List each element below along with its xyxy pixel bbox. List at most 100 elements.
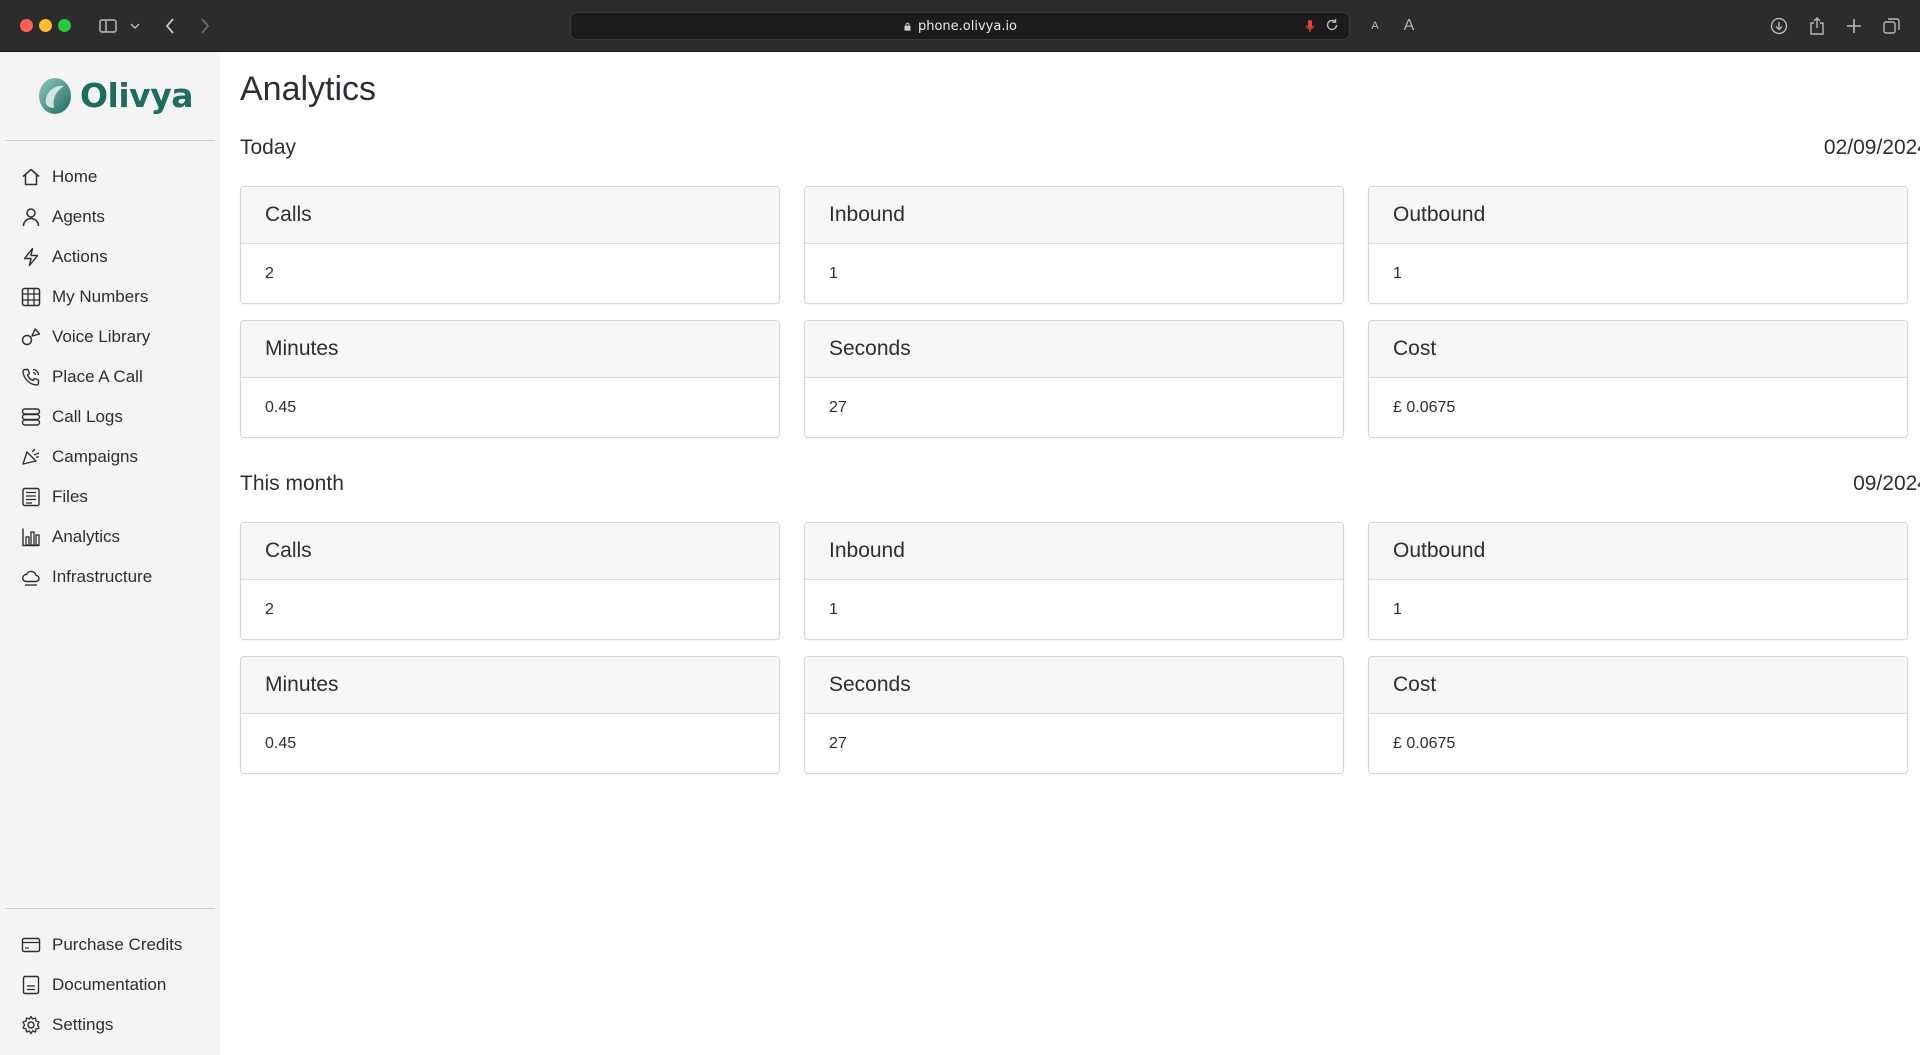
- microphone-icon[interactable]: [1305, 19, 1315, 38]
- user-icon: [20, 206, 42, 228]
- logo-text: Olivya: [80, 75, 193, 115]
- stat-card-inbound: Inbound 1: [804, 186, 1344, 304]
- stat-card-seconds: Seconds 27: [804, 320, 1344, 438]
- sidebar-item-label: Voice Library: [52, 327, 151, 346]
- sidebar-item-label: Actions: [52, 247, 108, 266]
- back-arrow-icon[interactable]: [160, 14, 180, 38]
- sidebar-item-settings[interactable]: Settings: [0, 1005, 220, 1045]
- section-header-this-month: This month 09/2024: [240, 472, 1920, 496]
- browser-toolbar: phone.olivya.io A A: [0, 0, 1920, 52]
- stat-card-value: 27: [829, 735, 847, 752]
- sidebar-item-purchase-credits[interactable]: Purchase Credits: [0, 925, 220, 965]
- reload-icon[interactable]: [1325, 18, 1339, 37]
- stat-card-calls: Calls 2: [240, 186, 780, 304]
- home-icon: [20, 166, 42, 188]
- forward-arrow-icon[interactable]: [195, 14, 215, 38]
- sidebar-item-home[interactable]: Home: [0, 157, 220, 197]
- download-icon[interactable]: [1768, 14, 1790, 38]
- sidebar-item-call-logs[interactable]: Call Logs: [0, 397, 220, 437]
- sidebar-item-actions[interactable]: Actions: [0, 237, 220, 277]
- sidebar-item-files[interactable]: Files: [0, 477, 220, 517]
- stat-card-outbound: Outbound 1: [1368, 186, 1908, 304]
- olivya-logo-icon: [39, 78, 71, 114]
- tab-overview-icon[interactable]: [1880, 14, 1902, 38]
- sidebar-item-label: My Numbers: [52, 287, 149, 306]
- stat-card-value: 1: [1393, 601, 1402, 618]
- main-content: Analytics Today 02/09/2024 Calls 2 Inbou…: [220, 52, 1920, 1055]
- stat-card-cost: Cost £ 0.0675: [1368, 320, 1908, 438]
- stat-card-title: Calls: [241, 187, 779, 244]
- sidebar-item-place-a-call[interactable]: Place A Call: [0, 357, 220, 397]
- stat-card-title: Cost: [1369, 657, 1907, 714]
- sidebar-nav: Home Agents Actions My Numbers Voice Lib…: [0, 157, 220, 597]
- zoom-window-button[interactable]: [58, 19, 71, 32]
- share-icon[interactable]: [1806, 14, 1828, 38]
- stat-card-title: Seconds: [805, 657, 1343, 714]
- text-larger-icon[interactable]: A: [1400, 14, 1418, 38]
- sidebar-item-label: Analytics: [52, 527, 121, 546]
- sidebar-toggle-icon[interactable]: [97, 14, 119, 38]
- sidebar-item-documentation[interactable]: Documentation: [0, 965, 220, 1005]
- sidebar-item-label: Infrastructure: [52, 567, 153, 586]
- sidebar-item-label: Home: [52, 167, 98, 186]
- sidebar-item-label: Campaigns: [52, 447, 138, 466]
- sidebar: Olivya Home Agents Actions My Numbers Vo…: [0, 52, 220, 1055]
- sidebar-item-agents[interactable]: Agents: [0, 197, 220, 237]
- url-text: phone.olivya.io: [917, 18, 1018, 34]
- phone-ringing-icon: [20, 366, 42, 388]
- stat-card-value: £ 0.0675: [1393, 399, 1456, 416]
- sidebar-item-label: Place A Call: [52, 367, 143, 386]
- stat-card-title: Minutes: [241, 657, 779, 714]
- document-icon: [20, 486, 42, 508]
- stat-card-title: Seconds: [805, 321, 1343, 378]
- stat-card-title: Outbound: [1369, 187, 1907, 244]
- stat-card-value: 1: [829, 265, 838, 282]
- sidebar-divider: [5, 908, 215, 909]
- sidebar-item-label: Purchase Credits: [52, 935, 183, 954]
- olivya-logo[interactable]: Olivya: [36, 70, 193, 120]
- sidebar-item-infrastructure[interactable]: Infrastructure: [0, 557, 220, 597]
- notebook-icon: [20, 974, 42, 996]
- stat-card-cost: Cost £ 0.0675: [1368, 656, 1908, 774]
- minimize-window-button[interactable]: [39, 19, 52, 32]
- stat-card-inbound: Inbound 1: [804, 522, 1344, 640]
- stat-card-value: 1: [829, 601, 838, 618]
- sidebar-item-campaigns[interactable]: Campaigns: [0, 437, 220, 477]
- credit-card-icon: [20, 934, 42, 956]
- megaphone-icon: [20, 446, 42, 468]
- sidebar-divider: [5, 140, 215, 141]
- sidebar-item-label: Agents: [52, 207, 105, 226]
- sidebar-item-my-numbers[interactable]: My Numbers: [0, 277, 220, 317]
- stat-card-minutes: Minutes 0.45: [240, 656, 780, 774]
- new-tab-icon[interactable]: [1843, 14, 1865, 38]
- text-smaller-icon[interactable]: A: [1367, 14, 1383, 38]
- stat-card-value: 2: [265, 265, 274, 282]
- stat-card-seconds: Seconds 27: [804, 656, 1344, 774]
- gear-icon: [20, 1014, 42, 1036]
- sidebar-item-voice-library[interactable]: Voice Library: [0, 317, 220, 357]
- stats-grid-this-month: Calls 2 Inbound 1 Outbound 1 Minutes 0.4…: [240, 522, 1920, 774]
- section-label: Today: [240, 136, 297, 159]
- server-stack-icon: [20, 406, 42, 428]
- chevron-down-icon[interactable]: [128, 14, 142, 38]
- stat-card-minutes: Minutes 0.45: [240, 320, 780, 438]
- page-title: Analytics: [240, 70, 377, 108]
- section-date: 02/09/2024: [1823, 136, 1920, 159]
- sidebar-item-label: Documentation: [52, 975, 167, 994]
- sidebar-item-analytics[interactable]: Analytics: [0, 517, 220, 557]
- section-label: This month: [240, 472, 344, 495]
- stat-card-value: £ 0.0675: [1393, 735, 1456, 752]
- sidebar-item-label: Settings: [52, 1015, 114, 1034]
- sidebar-item-label: Call Logs: [52, 407, 123, 426]
- stat-card-title: Minutes: [241, 321, 779, 378]
- stat-card-calls: Calls 2: [240, 522, 780, 640]
- lightning-icon: [20, 246, 42, 268]
- stat-card-title: Calls: [241, 523, 779, 580]
- stat-card-value: 0.45: [265, 735, 297, 752]
- stat-card-title: Outbound: [1369, 523, 1907, 580]
- stat-card-value: 1: [1393, 265, 1402, 282]
- stats-grid-today: Calls 2 Inbound 1 Outbound 1 Minutes 0.4…: [240, 186, 1920, 438]
- section-header-today: Today 02/09/2024: [240, 136, 1920, 160]
- close-window-button[interactable]: [20, 19, 33, 32]
- address-bar[interactable]: phone.olivya.io: [570, 12, 1350, 40]
